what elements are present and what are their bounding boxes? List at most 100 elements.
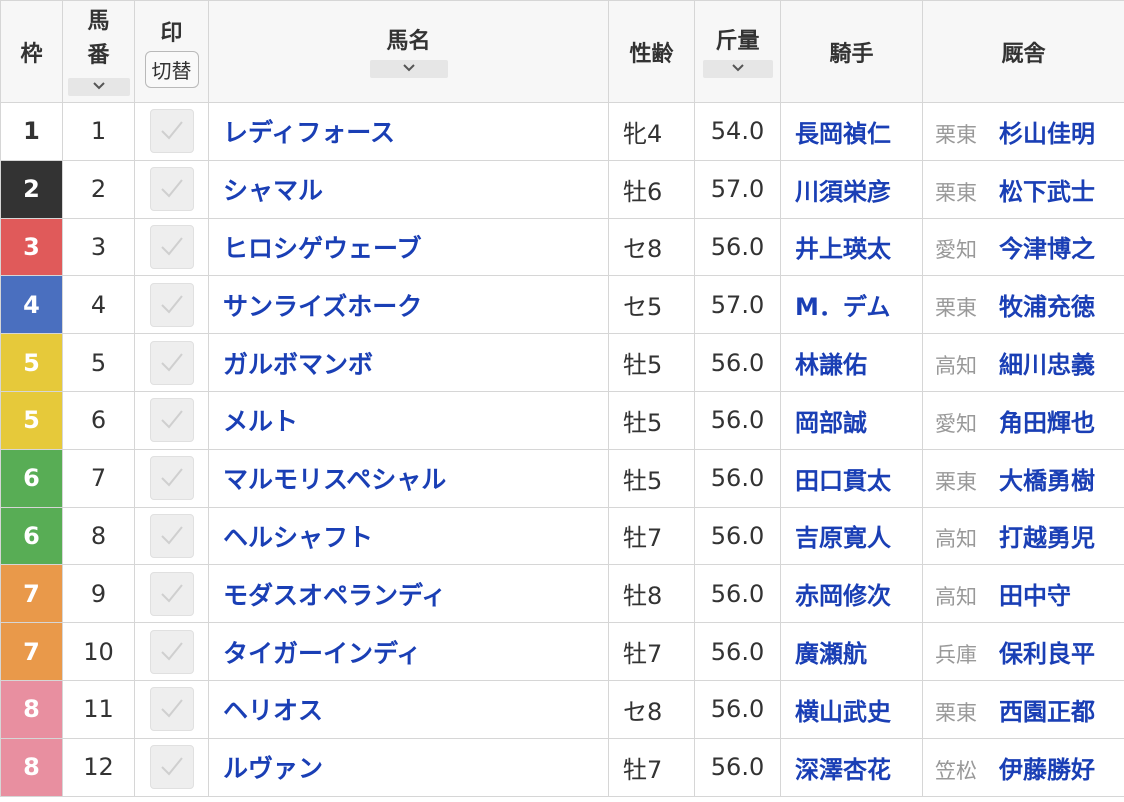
stable-cell: 栗東 牧浦充徳 bbox=[922, 275, 1124, 335]
jockey-link[interactable]: 長岡禎仁 bbox=[780, 102, 923, 161]
check-icon bbox=[160, 641, 183, 661]
horse-entry-table: 枠 馬 番 印 切替 馬名 性齢 斤量 騎手 厩舎 1 1 レディフォース 牝4… bbox=[0, 0, 1124, 797]
header-name[interactable]: 馬名 bbox=[208, 0, 609, 103]
sex-age-cell: 牡7 bbox=[608, 622, 695, 681]
mark-checkbox[interactable] bbox=[149, 745, 194, 790]
mark-cell bbox=[134, 159, 209, 219]
kinryo-cell: 56.0 bbox=[694, 506, 781, 566]
stable-cell: 高知 打越勇児 bbox=[922, 506, 1124, 566]
horse-name-link[interactable]: ガルボマンボ bbox=[208, 333, 609, 392]
trainer-link[interactable]: 今津博之 bbox=[999, 235, 1095, 263]
waku-cell: 6 bbox=[0, 448, 63, 508]
horse-name-link[interactable]: シャマル bbox=[208, 159, 609, 219]
trainer-link[interactable]: 大橋勇樹 bbox=[999, 467, 1095, 495]
check-icon bbox=[160, 410, 183, 429]
header-umaban[interactable]: 馬 番 bbox=[62, 0, 135, 103]
jockey-link[interactable]: M．デム bbox=[780, 275, 923, 335]
mark-checkbox[interactable] bbox=[149, 224, 194, 269]
jockey-link[interactable]: 赤岡修次 bbox=[780, 564, 923, 624]
trainer-link[interactable]: 保利良平 bbox=[999, 640, 1095, 668]
sex-age-cell: 牡8 bbox=[608, 564, 695, 624]
horse-name-link[interactable]: ヘリオス bbox=[208, 679, 609, 739]
trainer-link[interactable]: 杉山佳明 bbox=[999, 120, 1095, 148]
trainer-link[interactable]: 細川忠義 bbox=[999, 351, 1095, 379]
jockey-link[interactable]: 林謙佑 bbox=[780, 333, 923, 392]
kinryo-cell: 56.0 bbox=[694, 679, 781, 739]
horse-name-link[interactable]: マルモリスペシャル bbox=[208, 448, 609, 508]
mark-checkbox[interactable] bbox=[149, 456, 194, 501]
umaban-cell: 12 bbox=[62, 737, 135, 797]
header-kinryo[interactable]: 斤量 bbox=[694, 0, 781, 103]
mark-checkbox[interactable] bbox=[149, 687, 194, 732]
sort-name-button[interactable] bbox=[369, 60, 448, 78]
header-mark: 印 切替 bbox=[134, 0, 209, 103]
mark-swap-button[interactable]: 切替 bbox=[144, 51, 199, 88]
horse-name-link[interactable]: タイガーインディ bbox=[208, 622, 609, 681]
jockey-link[interactable]: 深澤杏花 bbox=[780, 737, 923, 797]
table-row: 8 12 ルヴァン 牡7 56.0 深澤杏花 笠松 伊藤勝好 bbox=[0, 737, 1124, 797]
waku-cell: 5 bbox=[0, 390, 63, 450]
horse-name-link[interactable]: レディフォース bbox=[208, 102, 609, 161]
mark-checkbox[interactable] bbox=[149, 398, 194, 443]
stable-location: 高知 bbox=[935, 585, 977, 610]
trainer-link[interactable]: 角田輝也 bbox=[999, 409, 1095, 437]
sex-age-cell: セ5 bbox=[608, 275, 695, 335]
umaban-cell: 9 bbox=[62, 564, 135, 624]
jockey-link[interactable]: 吉原寛人 bbox=[780, 506, 923, 566]
trainer-link[interactable]: 松下武士 bbox=[999, 178, 1095, 206]
sort-kinryo-button[interactable] bbox=[702, 60, 773, 78]
jockey-link[interactable]: 川須栄彦 bbox=[780, 159, 923, 219]
stable-cell: 栗東 西園正都 bbox=[922, 679, 1124, 739]
mark-checkbox[interactable] bbox=[149, 109, 194, 154]
stable-cell: 高知 田中守 bbox=[922, 564, 1124, 624]
mark-checkbox[interactable] bbox=[149, 629, 194, 674]
mark-checkbox[interactable] bbox=[149, 282, 194, 327]
check-icon bbox=[160, 584, 183, 603]
table-row: 7 9 モダスオペランディ 牡8 56.0 赤岡修次 高知 田中守 bbox=[0, 564, 1124, 624]
sex-age-cell: 牡5 bbox=[608, 390, 695, 450]
horse-name-link[interactable]: モダスオペランディ bbox=[208, 564, 609, 624]
table-row: 5 6 メルト 牡5 56.0 岡部誠 愛知 角田輝也 bbox=[0, 390, 1124, 450]
kinryo-cell: 56.0 bbox=[694, 737, 781, 797]
stable-cell: 兵庫 保利良平 bbox=[922, 622, 1124, 681]
waku-cell: 8 bbox=[0, 737, 63, 797]
chevron-down-icon bbox=[731, 64, 744, 72]
umaban-cell: 7 bbox=[62, 448, 135, 508]
sex-age-cell: 牡7 bbox=[608, 506, 695, 566]
trainer-link[interactable]: 田中守 bbox=[999, 582, 1071, 610]
trainer-link[interactable]: 西園正都 bbox=[999, 698, 1095, 726]
horse-name-link[interactable]: ルヴァン bbox=[208, 737, 609, 797]
mark-cell bbox=[134, 217, 209, 277]
jockey-link[interactable]: 岡部誠 bbox=[780, 390, 923, 450]
waku-cell: 7 bbox=[0, 622, 63, 681]
mark-cell bbox=[134, 102, 209, 161]
mark-checkbox[interactable] bbox=[149, 571, 194, 616]
jockey-link[interactable]: 田口貫太 bbox=[780, 448, 923, 508]
kinryo-cell: 57.0 bbox=[694, 275, 781, 335]
waku-cell: 8 bbox=[0, 679, 63, 739]
sex-age-cell: セ8 bbox=[608, 217, 695, 277]
header-jockey: 騎手 bbox=[780, 0, 923, 103]
jockey-link[interactable]: 横山武史 bbox=[780, 679, 923, 739]
stable-cell: 栗東 杉山佳明 bbox=[922, 102, 1124, 161]
header-sex-age: 性齢 bbox=[608, 0, 695, 103]
mark-checkbox[interactable] bbox=[149, 513, 194, 558]
trainer-link[interactable]: 打越勇児 bbox=[999, 524, 1095, 552]
stable-cell: 栗東 松下武士 bbox=[922, 159, 1124, 219]
sort-umaban-button[interactable] bbox=[67, 78, 130, 96]
mark-checkbox[interactable] bbox=[149, 340, 194, 385]
horse-name-link[interactable]: メルト bbox=[208, 390, 609, 450]
stable-cell: 高知 細川忠義 bbox=[922, 333, 1124, 392]
jockey-link[interactable]: 井上瑛太 bbox=[780, 217, 923, 277]
sex-age-cell: 牝4 bbox=[608, 102, 695, 161]
horse-name-link[interactable]: サンライズホーク bbox=[208, 275, 609, 335]
trainer-link[interactable]: 牧浦充徳 bbox=[999, 293, 1095, 321]
table-row: 6 7 マルモリスペシャル 牡5 56.0 田口貫太 栗東 大橋勇樹 bbox=[0, 448, 1124, 508]
horse-name-link[interactable]: ヘルシャフト bbox=[208, 506, 609, 566]
horse-name-link[interactable]: ヒロシゲウェーブ bbox=[208, 217, 609, 277]
check-icon bbox=[160, 121, 183, 140]
mark-checkbox[interactable] bbox=[149, 167, 194, 212]
jockey-link[interactable]: 廣瀬航 bbox=[780, 622, 923, 681]
trainer-link[interactable]: 伊藤勝好 bbox=[999, 756, 1095, 784]
table-row: 6 8 ヘルシャフト 牡7 56.0 吉原寛人 高知 打越勇児 bbox=[0, 506, 1124, 566]
